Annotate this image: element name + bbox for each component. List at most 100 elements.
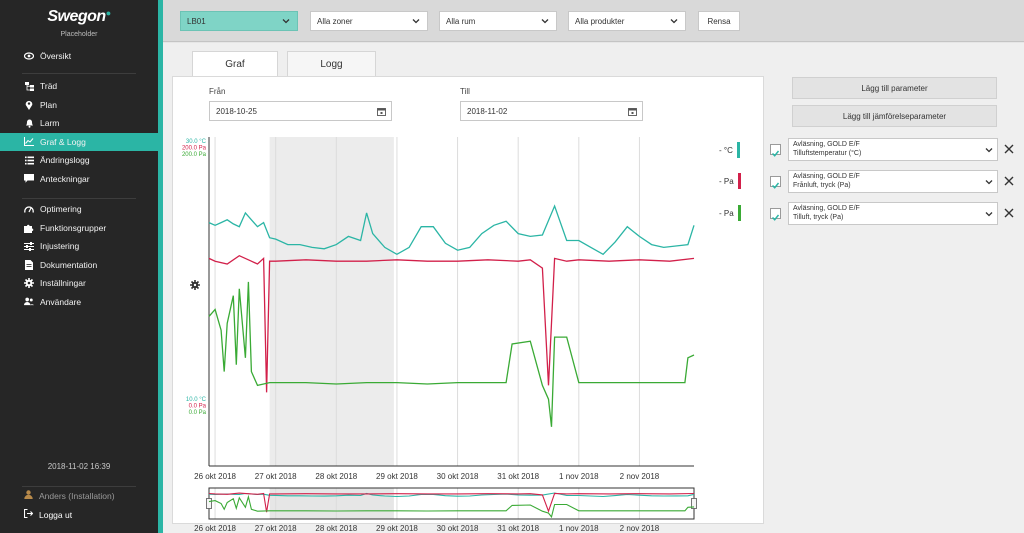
navigator-x-tick-label: 27 okt 2018 — [255, 524, 297, 533]
current-user[interactable]: Anders (Installation) — [24, 490, 115, 501]
legend-color-swatch — [737, 205, 741, 221]
logo-subtitle: Placeholder — [60, 31, 98, 38]
checkmark-icon — [771, 182, 780, 189]
sidebar-item-graf-logg[interactable]: Graf & Logg — [0, 132, 158, 151]
nav-group-tools: Optimering Funktionsgrupper Injustering … — [0, 200, 158, 311]
checkmark-icon — [771, 150, 780, 157]
sidebar-item-trad[interactable]: Träd — [0, 77, 158, 96]
from-date-input[interactable]: 2018-10-25 — [209, 101, 392, 121]
parameter-select[interactable]: Avläsning, GOLD E/F Tilluft, tryck (Pa) — [788, 202, 998, 225]
gauge-icon — [24, 204, 34, 214]
chevron-down-icon — [985, 212, 993, 217]
document-icon — [24, 259, 34, 270]
y-min-label: 0.0 Pa — [189, 404, 207, 410]
y-min-label: 0.0 Pa — [189, 410, 207, 416]
sidebar-item-anvandare[interactable]: Användare — [0, 293, 158, 312]
parameter-select[interactable]: Avläsning, GOLD E/F Tilluftstemperatur (… — [788, 138, 998, 161]
navigator-x-tick-label: 28 okt 2018 — [315, 524, 357, 533]
sidebar-item-injustering[interactable]: Injustering — [0, 237, 158, 256]
legend-color-swatch — [737, 173, 741, 189]
room-select[interactable]: Alla rum — [439, 11, 557, 31]
checkmark-icon — [771, 214, 780, 221]
legend-color-swatch — [736, 142, 740, 158]
y-max-label: 30.0 °C — [186, 139, 207, 145]
sidebar-item-plan[interactable]: Plan — [0, 96, 158, 115]
bell-icon — [24, 118, 34, 128]
main-chart[interactable]: 26 okt 2018 26 okt 2018 27 okt 2018 27 okt … — [173, 133, 765, 533]
list-icon — [24, 155, 34, 165]
main-content: Graf Logg Från 2018-10-25 Till 2018-11-0… — [163, 43, 1024, 533]
navigator-selected-range — [269, 488, 394, 519]
building-select[interactable]: LB01 — [180, 11, 298, 31]
nav-group-main: Träd Plan Larm Graf & Logg Ändringslogg … — [0, 77, 158, 188]
tab-logg[interactable]: Logg — [287, 51, 376, 77]
sidebar-item-oversikt[interactable]: Översikt — [0, 47, 158, 66]
to-date-input[interactable]: 2018-11-02 — [460, 101, 643, 121]
calendar-icon[interactable] — [377, 107, 386, 116]
parameter-select[interactable]: Avläsning, GOLD E/F Frånluft, tryck (Pa) — [788, 170, 998, 193]
remove-parameter-close-icon[interactable] — [1003, 143, 1015, 155]
chevron-down-icon — [541, 19, 549, 24]
chevron-down-icon — [412, 19, 420, 24]
add-parameter-button[interactable]: Lägg till parameter — [792, 77, 997, 99]
sidebar-item-andringslogg[interactable]: Ändringslogg — [0, 151, 158, 170]
product-select[interactable]: Alla produkter — [568, 11, 686, 31]
sidebar: Swegon● Placeholder Översikt Träd Plan L… — [0, 0, 158, 533]
chevron-down-icon — [985, 148, 993, 153]
logout-link[interactable]: Logga ut — [23, 508, 72, 520]
navigator-x-tick-label: 31 okt 2018 — [497, 524, 539, 533]
remove-parameter-close-icon[interactable] — [1003, 207, 1015, 219]
sidebar-item-anteckningar[interactable]: Anteckningar — [0, 170, 158, 189]
navigator-x-tick-label: 26 okt 2018 — [194, 524, 236, 533]
y-max-label: 200.0 Pa — [182, 152, 207, 158]
tab-graf[interactable]: Graf — [192, 51, 278, 77]
sidebar-item-optimering[interactable]: Optimering — [0, 200, 158, 219]
logout-icon — [23, 508, 34, 520]
x-tick-label: 31 okt 2018 — [497, 472, 539, 481]
chevron-down-icon — [282, 19, 290, 24]
parameter-checkbox[interactable] — [770, 144, 781, 157]
comment-icon — [24, 174, 34, 184]
tree-icon — [24, 81, 34, 91]
x-tick-label: 26 okt 2018 — [194, 472, 236, 481]
x-tick-label: 29 okt 2018 — [376, 472, 418, 481]
sidebar-item-funktionsgrupper[interactable]: Funktionsgrupper — [0, 219, 158, 238]
x-tick-label: 1 nov 2018 — [559, 472, 599, 481]
top-filter-bar: LB01 Alla zoner Alla rum Alla produkter … — [163, 0, 1024, 42]
selected-range-band — [269, 137, 394, 466]
zone-select[interactable]: Alla zoner — [310, 11, 428, 31]
chart-settings-gear-icon[interactable] — [190, 280, 200, 290]
gear-icon — [24, 278, 34, 289]
nav-group-overview: Översikt — [0, 47, 158, 66]
to-label: Till — [460, 87, 470, 96]
sidebar-item-installningar[interactable]: Inställningar — [0, 274, 158, 293]
navigator-x-tick-label: 29 okt 2018 — [376, 524, 418, 533]
users-icon — [24, 297, 34, 307]
chart-icon — [24, 137, 34, 147]
parameter-checkbox[interactable] — [770, 208, 781, 221]
calendar-icon[interactable] — [628, 107, 637, 116]
navigator-drag-handle[interactable] — [206, 498, 212, 509]
y-min-label: 10.0 °C — [186, 397, 207, 403]
sliders-icon — [24, 241, 34, 251]
y-max-label: 200.0 Pa — [182, 146, 207, 152]
add-compare-parameter-button[interactable]: Lägg till jämförelseparameter — [792, 105, 997, 127]
swegon-logo: Swegon● — [47, 8, 111, 25]
eye-icon — [24, 51, 34, 61]
chevron-down-icon — [670, 19, 678, 24]
sidebar-item-dokumentation[interactable]: Dokumentation — [0, 256, 158, 275]
from-label: Från — [209, 87, 226, 96]
timestamp: 2018-11-02 16:39 — [47, 462, 111, 471]
puzzle-icon — [24, 223, 34, 233]
sidebar-item-larm[interactable]: Larm — [0, 114, 158, 133]
legend-item-exhaust-pressure: - Pa — [719, 173, 741, 189]
clear-button[interactable]: Rensa — [698, 11, 740, 31]
map-pin-icon — [24, 100, 34, 110]
x-tick-label: 28 okt 2018 — [315, 472, 357, 481]
graph-panel: Från 2018-10-25 Till 2018-11-02 26 okt 2… — [172, 76, 764, 533]
x-tick-label: 2 nov 2018 — [620, 472, 660, 481]
x-tick-label: 27 okt 2018 — [255, 472, 297, 481]
navigator-x-tick-label: 30 okt 2018 — [437, 524, 479, 533]
remove-parameter-close-icon[interactable] — [1003, 175, 1015, 187]
parameter-checkbox[interactable] — [770, 176, 781, 189]
